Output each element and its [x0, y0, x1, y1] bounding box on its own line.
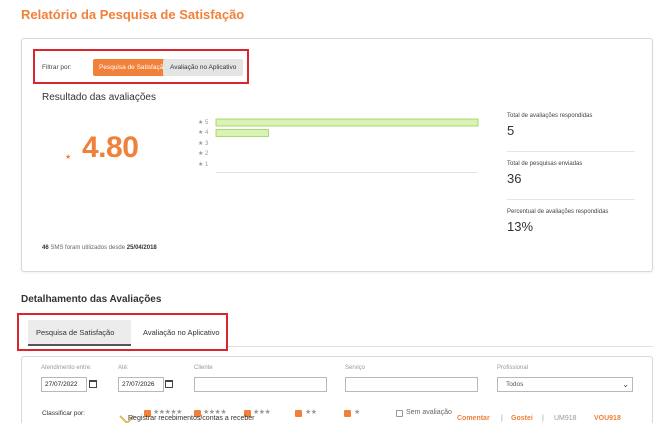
overlay-partial-text: UM918: [554, 415, 577, 422]
page-title: Relatório da Pesquisa de Satisfação: [21, 7, 245, 22]
overlay-separator: |: [542, 415, 544, 422]
stat-percent-responded: Percentual de avaliações respondidas 13%: [507, 209, 635, 234]
filter-label: Filtrar por:: [42, 64, 72, 71]
service-label: Serviço: [345, 365, 366, 371]
sort-2-stars-checkbox[interactable]: [295, 410, 302, 417]
overlay-partial-link[interactable]: VOU918: [594, 415, 621, 422]
sort-no-eval-label: Sem avaliação: [406, 409, 452, 416]
calendar-icon[interactable]: [165, 380, 173, 388]
comment-link[interactable]: Comentar: [457, 415, 490, 422]
stat-total-responded: Total de avaliações respondidas 5: [507, 113, 635, 138]
chart-bar: [215, 129, 269, 137]
rating-chart-svg: [215, 118, 479, 173]
results-card: Filtrar por: Pesquisa de Satisfação Aval…: [21, 38, 653, 272]
chart-category-label: ★ 4: [198, 130, 209, 136]
professional-select[interactable]: Todos ⌄: [497, 377, 633, 392]
sort-3-stars-label: ★★★: [253, 409, 271, 416]
chart-category-label: ★ 2: [198, 151, 209, 157]
filter-highlight: Filtrar por: Pesquisa de Satisfação Aval…: [33, 49, 249, 84]
client-label: Cliente: [194, 365, 213, 371]
sms-text: SMS foram utilizados desde: [50, 245, 126, 251]
tab-survey[interactable]: Pesquisa de Satisfação: [28, 320, 131, 346]
chart-category-label: ★ 5: [198, 119, 209, 126]
sort-row: Classificar por: ★★★★★ ★★★★ ★★★ ★★ ★ Sem…: [22, 407, 654, 423]
client-input[interactable]: [194, 377, 327, 392]
stat-divider: [507, 151, 635, 152]
stat-label: Total de avaliações respondidas: [507, 113, 593, 119]
professional-label: Profissional: [497, 365, 529, 371]
sort-1-star-checkbox[interactable]: [344, 410, 351, 417]
chart-category-label: ★ 3: [198, 140, 209, 147]
stat-value: 5: [507, 123, 515, 138]
chevron-down-icon: ⌄: [622, 380, 629, 389]
chart-category-label: ★ 1: [198, 161, 209, 168]
calendar-icon[interactable]: [89, 380, 97, 388]
service-input[interactable]: [345, 377, 478, 392]
filters-card: Atendimento entre: 27/07/2022 Até: 27/07…: [21, 356, 653, 423]
filter-survey-button[interactable]: Pesquisa de Satisfação: [93, 59, 173, 76]
stat-divider: [507, 199, 635, 200]
start-date-input[interactable]: 27/07/2022: [41, 377, 87, 392]
rating-distribution-chart: ★ 5 ★ 4 ★ 3 ★ 2 ★ 1: [198, 117, 480, 173]
start-date-label: Atendimento entre:: [41, 365, 92, 371]
professional-select-value: Todos: [506, 381, 524, 388]
tab-app-rating[interactable]: Avaliação no Aplicativo: [137, 320, 220, 346]
sort-1-star-label: ★: [354, 409, 360, 416]
stat-label: Percentual de avaliações respondidas: [507, 209, 609, 215]
sort-label: Classificar por:: [42, 410, 85, 417]
sms-usage-note: 46 SMS foram utilizados desde 25/04/2018: [42, 245, 157, 251]
stat-value: 13%: [507, 219, 534, 234]
chart-bar: [215, 118, 479, 127]
end-date-label: Até:: [118, 365, 129, 371]
overlay-notice-text: Registrar recebimentos/contas a receber: [128, 415, 255, 422]
sort-2-stars-label: ★★: [305, 409, 317, 416]
filter-app-button[interactable]: Avaliação no Aplicativo: [163, 59, 244, 76]
overlay-separator: |: [501, 415, 503, 422]
stat-value: 36: [507, 171, 522, 186]
sms-count: 46: [42, 245, 49, 251]
sms-date: 25/04/2018: [126, 245, 157, 251]
average-rating: 4.80: [82, 131, 139, 164]
like-link[interactable]: Gostei: [511, 415, 533, 422]
sort-no-eval-checkbox[interactable]: [396, 410, 403, 417]
average-star-icon: ★: [65, 154, 72, 161]
stat-total-sent: Total de pesquisas enviadas 36: [507, 161, 635, 186]
end-date-input[interactable]: 27/07/2026: [118, 377, 164, 392]
tabs-highlight: Pesquisa de Satisfação Avaliação no Apli…: [17, 313, 228, 351]
results-title: Resultado das avaliações: [42, 92, 156, 103]
tabs-divider: [228, 346, 653, 347]
stat-label: Total de pesquisas enviadas: [507, 161, 583, 167]
details-title: Detalhamento das Avaliações: [21, 294, 162, 305]
